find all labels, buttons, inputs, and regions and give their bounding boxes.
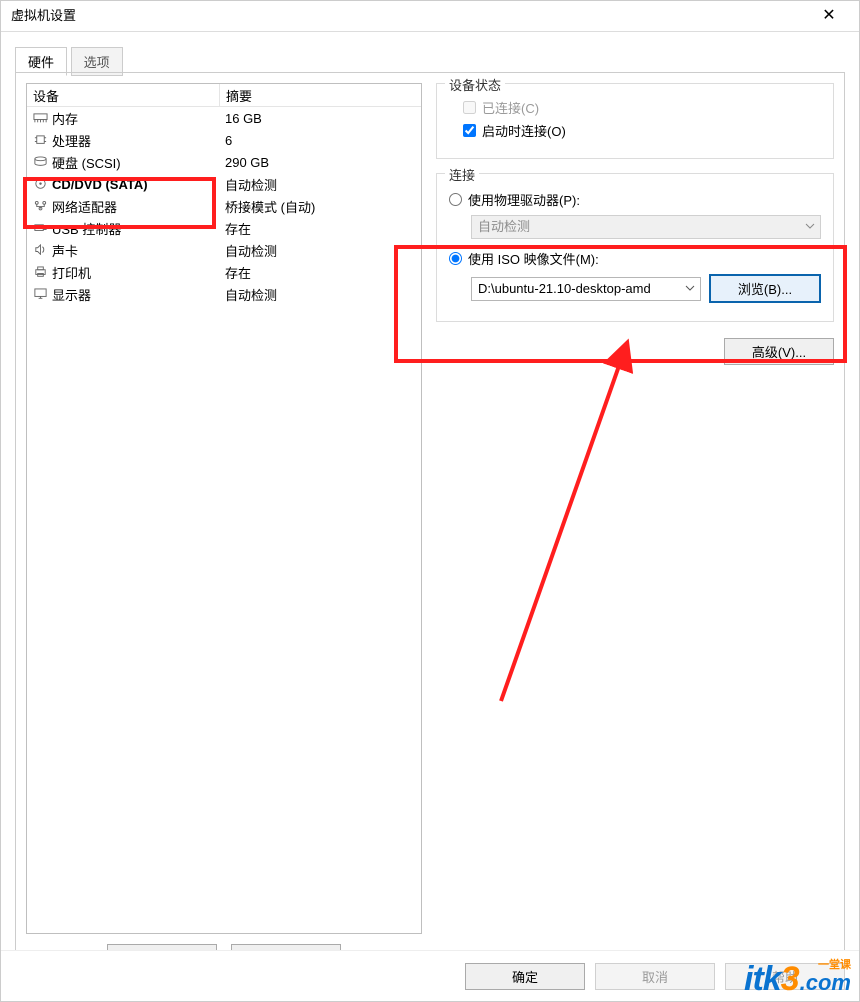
connect-on-power-row[interactable]: 启动时连接(O) <box>463 121 821 140</box>
printer-icon <box>33 266 48 279</box>
device-label: 处理器 <box>52 131 91 150</box>
device-row-usb[interactable]: USB 控制器 存在 <box>27 217 421 239</box>
device-details-pane: 设备状态 已连接(C) 启动时连接(O) 连接 <box>436 83 834 981</box>
cpu-icon <box>33 134 48 147</box>
iso-select-row: D:\ubuntu-21.10-desktop-amd 浏览(B)... <box>471 274 821 303</box>
device-label: CD/DVD (SATA) <box>52 177 148 192</box>
device-row-disk[interactable]: 硬盘 (SCSI) 290 GB <box>27 151 421 173</box>
cd-icon <box>33 178 48 191</box>
connect-on-power-label: 启动时连接(O) <box>482 121 566 140</box>
device-row-printer[interactable]: 打印机 存在 <box>27 261 421 283</box>
chevron-down-icon[interactable] <box>684 282 696 294</box>
device-summary: 自动检测 <box>219 241 421 260</box>
device-row-cpu[interactable]: 处理器 6 <box>27 129 421 151</box>
physical-drive-select-row: 自动检测 <box>471 215 821 239</box>
connection-group: 连接 使用物理驱动器(P): 自动检测 <box>436 173 834 322</box>
ok-button[interactable]: 确定 <box>465 963 585 990</box>
device-summary: 6 <box>219 133 421 148</box>
device-row-cddvd[interactable]: CD/DVD (SATA) 自动检测 <box>27 173 421 195</box>
dialog-body: 硬件 选项 设备 摘要 内存 16 GB <box>1 32 859 952</box>
tab-strip: 硬件 选项 <box>15 46 845 72</box>
titlebar: 虚拟机设置 ✕ <box>1 1 859 32</box>
device-label: USB 控制器 <box>52 219 121 238</box>
watermark-part3: .com <box>800 970 851 995</box>
watermark-part1: itk <box>744 960 781 998</box>
device-row-memory[interactable]: 内存 16 GB <box>27 107 421 129</box>
tab-panel-hardware: 设备 摘要 内存 16 GB 处理器 6 硬盘 <box>15 72 845 992</box>
header-device: 设备 <box>27 84 220 106</box>
dialog-footer: 确定 取消 帮助 <box>1 950 859 1001</box>
device-summary: 存在 <box>219 219 421 238</box>
display-icon <box>33 288 48 301</box>
use-physical-drive-row[interactable]: 使用物理驱动器(P): <box>449 190 821 209</box>
device-label: 硬盘 (SCSI) <box>52 153 121 172</box>
window-title: 虚拟机设置 <box>11 1 76 31</box>
advanced-row: 高级(V)... <box>436 338 834 365</box>
disk-icon <box>33 156 48 169</box>
device-row-network[interactable]: 网络适配器 桥接模式 (自动) <box>27 195 421 217</box>
browse-button[interactable]: 浏览(B)... <box>709 274 821 303</box>
connected-checkbox <box>463 101 476 114</box>
device-row-display[interactable]: 显示器 自动检测 <box>27 283 421 305</box>
sound-icon <box>33 244 48 257</box>
physical-drive-select: 自动检测 <box>471 215 821 239</box>
connect-on-power-checkbox[interactable] <box>463 124 476 137</box>
chevron-down-icon <box>804 220 816 232</box>
iso-path-select[interactable]: D:\ubuntu-21.10-desktop-amd <box>471 277 701 301</box>
memory-icon <box>33 112 48 125</box>
device-table: 设备 摘要 内存 16 GB 处理器 6 硬盘 <box>26 83 422 934</box>
device-summary: 桥接模式 (自动) <box>219 197 421 216</box>
use-physical-drive-radio[interactable] <box>449 193 462 206</box>
device-table-header: 设备 摘要 <box>27 84 421 107</box>
cancel-button: 取消 <box>595 963 715 990</box>
connection-title: 连接 <box>445 165 479 184</box>
device-summary: 290 GB <box>219 155 421 170</box>
watermark-part2: 3 <box>781 960 800 998</box>
device-summary: 自动检测 <box>219 175 421 194</box>
use-iso-radio[interactable] <box>449 252 462 265</box>
device-label: 打印机 <box>52 263 91 282</box>
device-status-title: 设备状态 <box>445 75 505 94</box>
connected-label: 已连接(C) <box>482 98 539 117</box>
vm-settings-dialog: 虚拟机设置 ✕ 硬件 选项 设备 摘要 内存 <box>0 0 860 1002</box>
use-physical-drive-label: 使用物理驱动器(P): <box>468 190 580 209</box>
watermark-sub: 一堂课 <box>818 956 851 972</box>
device-summary: 16 GB <box>219 111 421 126</box>
net-icon <box>33 200 48 213</box>
connected-checkbox-row: 已连接(C) <box>463 98 821 117</box>
usb-icon <box>33 222 48 235</box>
device-label: 显示器 <box>52 285 91 304</box>
device-label: 声卡 <box>52 241 78 260</box>
device-row-sound[interactable]: 声卡 自动检测 <box>27 239 421 261</box>
use-iso-label: 使用 ISO 映像文件(M): <box>468 249 599 268</box>
close-button[interactable]: ✕ <box>809 1 849 31</box>
device-label: 内存 <box>52 109 78 128</box>
device-status-group: 设备状态 已连接(C) 启动时连接(O) <box>436 83 834 159</box>
physical-drive-value: 自动检测 <box>478 219 530 234</box>
advanced-button[interactable]: 高级(V)... <box>724 338 834 365</box>
watermark-logo: 一堂课 itk3.com <box>744 960 851 999</box>
iso-path-value: D:\ubuntu-21.10-desktop-amd <box>478 281 651 296</box>
use-iso-row[interactable]: 使用 ISO 映像文件(M): <box>449 249 821 268</box>
device-summary: 自动检测 <box>219 285 421 304</box>
device-label: 网络适配器 <box>52 197 117 216</box>
device-list-pane: 设备 摘要 内存 16 GB 处理器 6 硬盘 <box>26 83 422 981</box>
device-summary: 存在 <box>219 263 421 282</box>
header-summary: 摘要 <box>220 84 421 106</box>
